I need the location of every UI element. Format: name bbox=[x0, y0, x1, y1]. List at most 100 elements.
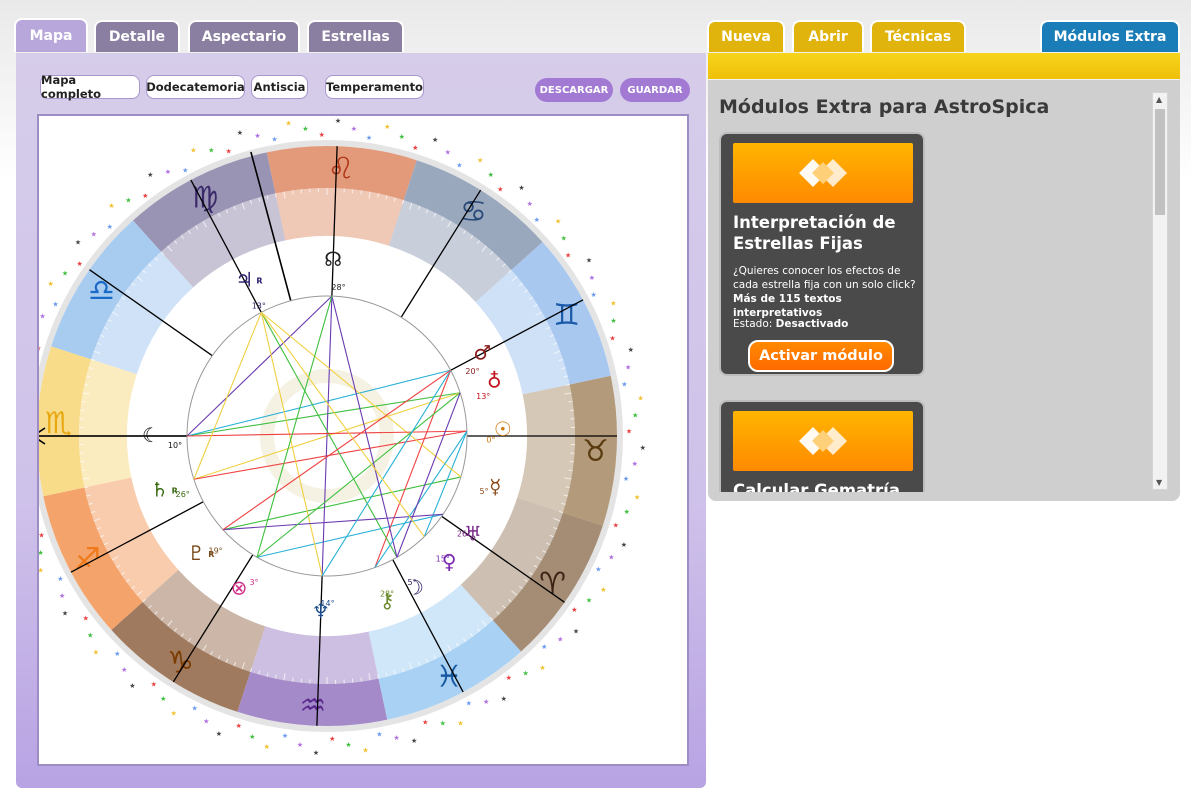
fixed-star-icon: ★ bbox=[609, 335, 615, 343]
save-button[interactable]: GUARDAR bbox=[620, 78, 690, 102]
fixed-star-icon: ★ bbox=[59, 592, 65, 600]
sun-icon: ☉ bbox=[494, 417, 512, 441]
fixed-star-icon: ★ bbox=[565, 251, 571, 259]
module-card-fixed-stars: Interpretación de Estrellas Fijas ¿Quier… bbox=[719, 132, 925, 376]
tab-tecnicas[interactable]: Técnicas bbox=[870, 20, 966, 52]
option-temperamento[interactable]: Temperamento bbox=[325, 75, 424, 99]
fixed-star-icon: ★ bbox=[160, 695, 166, 703]
fixed-star-icon: ★ bbox=[399, 133, 405, 141]
mars-icon: ♂ bbox=[473, 340, 491, 364]
fixed-star-icon: ★ bbox=[39, 531, 45, 539]
degree-tick bbox=[291, 677, 294, 682]
fixed-star-icon: ★ bbox=[366, 134, 372, 142]
fixed-star-icon: ★ bbox=[457, 719, 463, 727]
fixed-star-icon: ★ bbox=[203, 717, 209, 725]
fixed-star-icon: ★ bbox=[142, 192, 148, 200]
option-dodecatemoria[interactable]: Dodecatemoria bbox=[146, 75, 245, 99]
fixed-star-icon: ★ bbox=[285, 119, 291, 127]
degree-tick bbox=[81, 469, 86, 472]
modules-list: Interpretación de Estrellas Fijas ¿Quier… bbox=[719, 132, 1151, 492]
fixed-star-icon: ★ bbox=[393, 734, 399, 742]
module-card-gematria: Calcular Gematría bbox=[719, 400, 925, 492]
aries-icon: ♈ bbox=[539, 567, 566, 602]
fixed-star-icon: ★ bbox=[518, 184, 524, 192]
option-antiscia[interactable]: Antiscia bbox=[251, 75, 308, 99]
planet-degree: 19° bbox=[208, 547, 222, 556]
fixed-star-icon: ★ bbox=[208, 147, 214, 155]
fortune-icon: ⊗ bbox=[231, 575, 248, 599]
fixed-star-icon: ★ bbox=[52, 301, 58, 309]
fixed-star-icon: ★ bbox=[151, 680, 157, 688]
fixed-star-icon: ★ bbox=[216, 730, 222, 738]
modules-scrollbar[interactable]: ▲ ▼ bbox=[1152, 92, 1168, 490]
retrograde-label: R bbox=[256, 277, 262, 286]
fixed-star-icon: ★ bbox=[628, 346, 634, 354]
fixed-star-icon: ★ bbox=[600, 586, 606, 594]
fixed-star-icon: ★ bbox=[129, 682, 135, 690]
fixed-star-icon: ★ bbox=[165, 168, 171, 176]
planet-degree: 5° bbox=[480, 487, 489, 496]
tab-abrir[interactable]: Abrir bbox=[792, 20, 864, 52]
fixed-star-icon: ★ bbox=[108, 202, 114, 210]
tab-detalle[interactable]: Detalle bbox=[94, 20, 180, 52]
fixed-star-icon: ★ bbox=[541, 643, 547, 651]
fixed-star-icon: ★ bbox=[47, 280, 53, 288]
fixed-star-icon: ★ bbox=[249, 733, 255, 741]
tab-aspectario[interactable]: Aspectario bbox=[188, 20, 300, 52]
fixed-star-icon: ★ bbox=[39, 567, 44, 575]
fixed-star-icon: ★ bbox=[621, 541, 627, 549]
fixed-star-icon: ★ bbox=[571, 606, 577, 614]
leo-icon: ♌ bbox=[328, 151, 355, 186]
cancer-icon: ♋ bbox=[460, 194, 487, 229]
fixed-star-icon: ★ bbox=[456, 162, 462, 170]
download-button[interactable]: DESCARGAR bbox=[535, 78, 613, 102]
fixed-star-icon: ★ bbox=[440, 719, 446, 727]
tab-estrellas[interactable]: Estrellas bbox=[307, 20, 404, 52]
fixed-star-icon: ★ bbox=[632, 411, 638, 419]
fixed-star-icon: ★ bbox=[466, 700, 472, 708]
capricorn-icon: ♑ bbox=[167, 646, 194, 681]
scroll-up-icon[interactable]: ▲ bbox=[1156, 95, 1162, 104]
fixed-star-icon: ★ bbox=[76, 260, 82, 268]
fixed-star-icon: ★ bbox=[589, 274, 595, 282]
tab-mapa[interactable]: Mapa bbox=[14, 18, 88, 52]
taurus-icon: ♉ bbox=[582, 434, 609, 469]
tab-nueva[interactable]: Nueva bbox=[707, 20, 785, 52]
module-description: ¿Quieres conocer los efectos de cada est… bbox=[733, 265, 916, 319]
planet-degree: 13° bbox=[252, 301, 266, 310]
fixed-star-icon: ★ bbox=[254, 132, 260, 140]
fixed-star-icon: ★ bbox=[610, 317, 616, 325]
fixed-star-icon: ★ bbox=[623, 475, 629, 483]
degree-tick bbox=[360, 190, 363, 195]
fixed-star-icon: ★ bbox=[39, 549, 44, 557]
diamond-logo-icon bbox=[799, 427, 847, 455]
fixed-star-icon: ★ bbox=[107, 223, 113, 231]
fixed-star-icon: ★ bbox=[412, 144, 418, 152]
fixed-star-icon: ★ bbox=[264, 743, 270, 751]
planet-degree: 20° bbox=[465, 367, 479, 376]
fixed-star-icon: ★ bbox=[271, 136, 277, 144]
fixed-star-icon: ★ bbox=[506, 674, 512, 682]
fixed-star-icon: ★ bbox=[501, 695, 507, 703]
fixed-star-icon: ★ bbox=[93, 649, 99, 657]
scroll-thumb[interactable] bbox=[1155, 109, 1165, 215]
planet-degree: 26° bbox=[457, 529, 471, 538]
scroll-down-icon[interactable]: ▼ bbox=[1156, 478, 1162, 487]
sagittarius-icon: ♐ bbox=[74, 542, 101, 577]
module-title: Interpretación de Estrellas Fijas bbox=[733, 213, 896, 253]
fixed-star-icon: ★ bbox=[632, 460, 638, 468]
fixed-star-icon: ★ bbox=[638, 394, 644, 402]
fixed-star-icon: ★ bbox=[488, 171, 494, 179]
tab-modulos-extra[interactable]: Módulos Extra bbox=[1040, 20, 1180, 52]
node-icon: ☊ bbox=[324, 247, 342, 271]
aquarius-icon: ♒ bbox=[299, 689, 326, 724]
activate-module-button[interactable]: Activar módulo bbox=[748, 340, 894, 372]
fixed-star-icon: ★ bbox=[613, 521, 619, 529]
option-mapa-completo[interactable]: Mapa completo bbox=[40, 73, 140, 101]
fixed-star-icon: ★ bbox=[302, 125, 308, 133]
fixed-star-icon: ★ bbox=[171, 709, 177, 717]
fixed-star-icon: ★ bbox=[62, 610, 68, 618]
planet-moon[interactable]: ☽5° bbox=[406, 575, 424, 599]
mercury-icon: ☿ bbox=[489, 474, 501, 498]
planet-chiron[interactable]: ⚷28° bbox=[380, 588, 395, 612]
